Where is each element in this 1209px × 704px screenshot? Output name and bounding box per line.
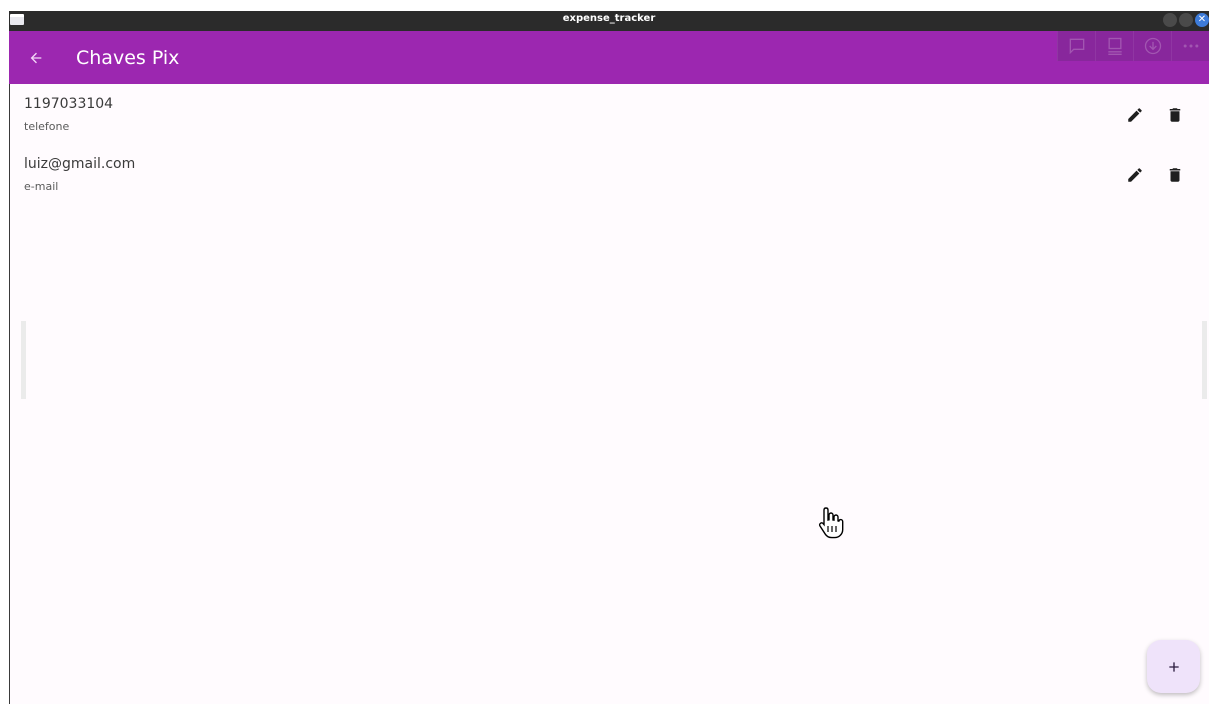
add-key-button[interactable] (1147, 640, 1200, 693)
chat-bubble-icon (1069, 38, 1084, 55)
debug-layout-button[interactable] (1095, 31, 1133, 61)
pencil-icon (1128, 108, 1142, 122)
debug-download-button[interactable] (1133, 31, 1171, 61)
pix-key-value: luiz@gmail.com (24, 156, 136, 172)
layout-icon (1107, 37, 1122, 55)
debug-inspect-button[interactable] (1057, 31, 1095, 61)
pix-key-value: 1197033104 (24, 96, 114, 112)
page-title: Chaves Pix (76, 47, 180, 69)
window-controls: ✕ (1163, 13, 1209, 27)
scroll-indicator-left (21, 321, 26, 399)
list-item[interactable]: 1197033104 telefone (10, 84, 1209, 144)
edit-button[interactable] (1124, 104, 1146, 126)
app-bar: Chaves Pix (9, 31, 1209, 84)
edit-button[interactable] (1124, 164, 1146, 186)
pix-key-type: telefone (24, 120, 70, 133)
arrow-back-icon (30, 52, 42, 64)
delete-button[interactable] (1164, 164, 1186, 186)
hand-cursor-icon (818, 507, 844, 539)
close-window-button[interactable]: ✕ (1195, 13, 1209, 27)
scroll-indicator-right (1202, 321, 1207, 399)
debug-toolbar (1057, 31, 1209, 61)
app-window: expense_tracker ✕ Chaves Pix 1197033104 … (0, 0, 1209, 704)
maximize-button[interactable] (1179, 13, 1193, 27)
pix-key-type: e-mail (24, 180, 59, 193)
pix-keys-list: 1197033104 telefone luiz@gmail.com e-mai… (9, 84, 1209, 704)
trash-icon (1169, 108, 1181, 122)
pencil-icon (1128, 168, 1142, 182)
back-button[interactable] (24, 46, 48, 70)
plus-icon (1168, 661, 1179, 672)
download-circle-icon (1144, 37, 1161, 55)
trash-icon (1169, 168, 1181, 182)
debug-more-button[interactable] (1171, 31, 1209, 61)
delete-button[interactable] (1164, 104, 1186, 126)
minimize-button[interactable] (1163, 13, 1177, 27)
more-horizontal-icon (1183, 44, 1198, 48)
window-title: expense_tracker (562, 13, 656, 24)
list-item[interactable]: luiz@gmail.com e-mail (10, 144, 1209, 204)
window-titlebar: expense_tracker ✕ (9, 11, 1209, 31)
